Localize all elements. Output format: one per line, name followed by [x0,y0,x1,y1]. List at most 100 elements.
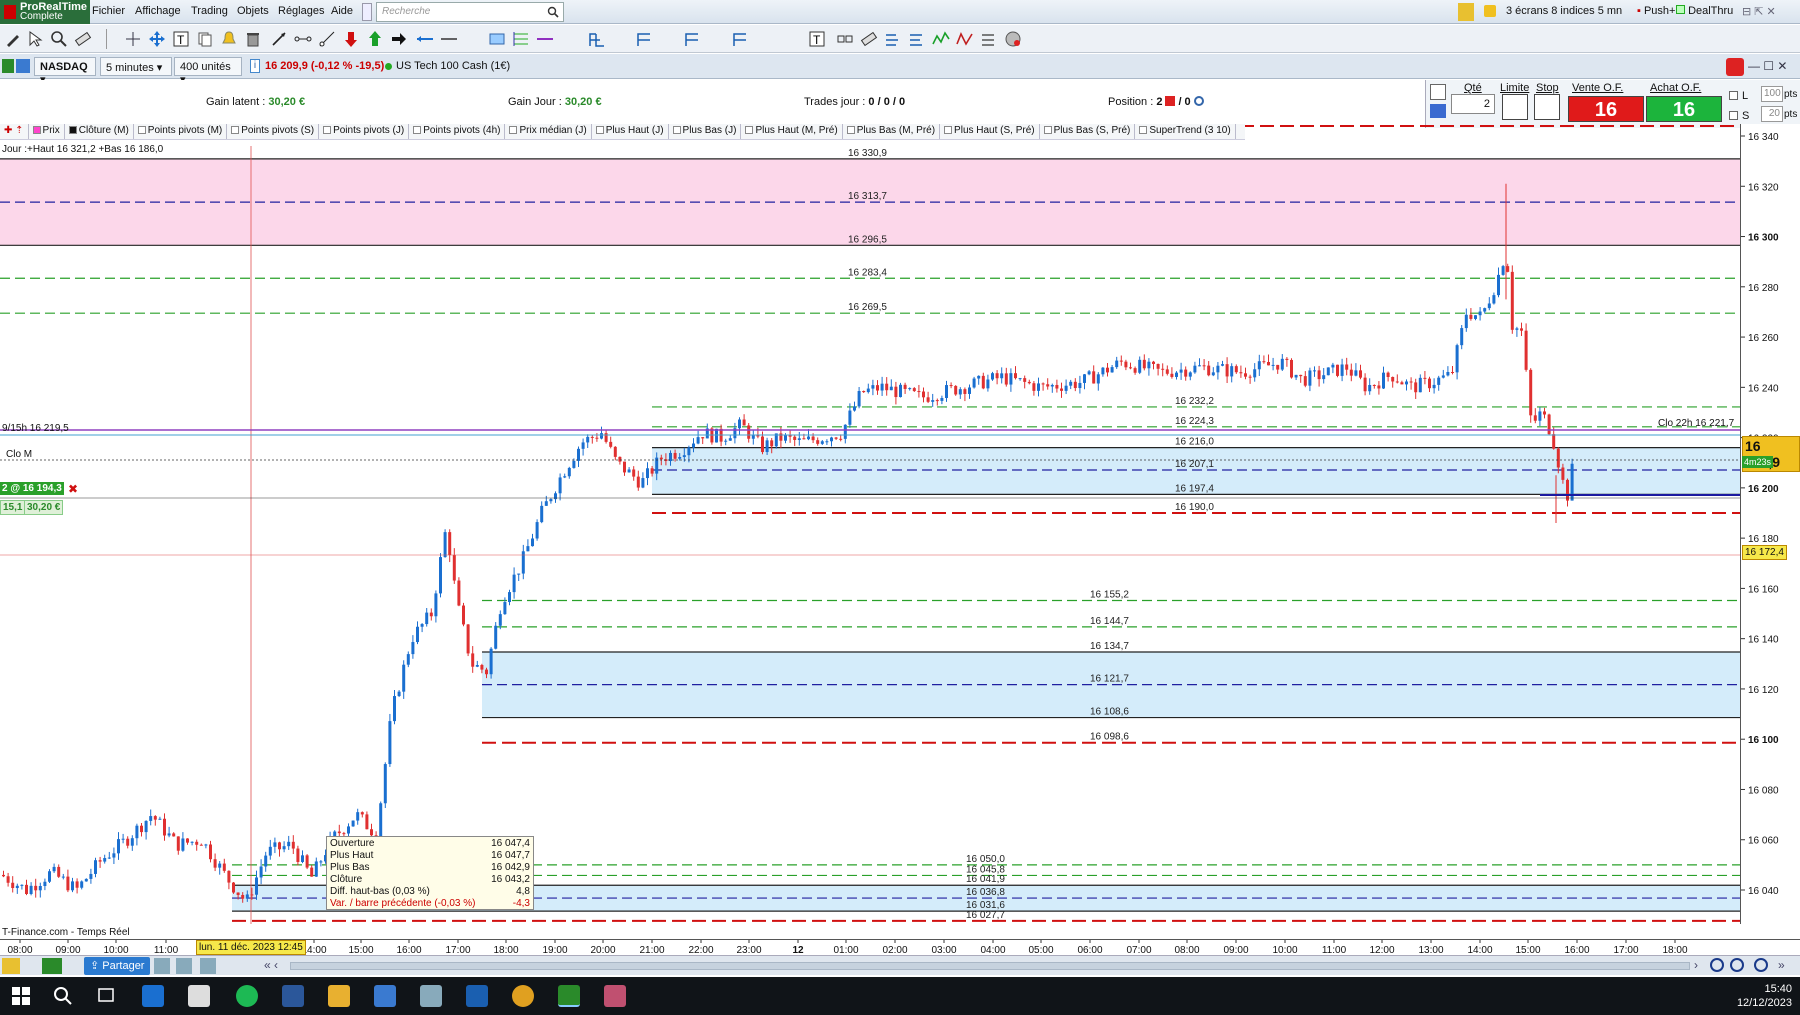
order-tag[interactable]: 2 @ 16 194,3 [0,482,64,495]
channel-tool-icon[interactable] [318,30,336,48]
pattern-d-icon[interactable] [732,30,750,48]
word-app-icon[interactable] [282,985,304,1007]
scroll-right-icon[interactable]: › [1694,958,1698,972]
screenshot-icon[interactable] [154,958,170,974]
s-checkbox[interactable] [1729,111,1738,120]
pattern-b-icon[interactable] [636,30,654,48]
limit-order-icon[interactable] [1502,94,1528,120]
ruler-icon[interactable] [74,30,92,48]
units-dropdown[interactable]: 400 unités ▾ [174,57,242,86]
legend-prix[interactable]: Prix [29,124,65,139]
rectangle-tool-icon[interactable] [488,30,506,48]
sync-icon[interactable] [1726,58,1744,76]
legend-plus-haut-j[interactable]: Plus Haut (J) [592,124,669,139]
arrow-down-red-icon[interactable] [342,30,360,48]
explorer-app-icon[interactable] [188,985,210,1007]
price-axis[interactable]: 16 340 16 320 16 300 16 280 16 260 16 240 16 2… [1740,124,1800,924]
text-box-icon[interactable]: T [808,30,826,48]
legend-prix-median[interactable]: Prix médian (J) [505,124,592,139]
spotify-app-icon[interactable] [236,985,258,1007]
horizontal-scrollbar[interactable] [290,962,1690,970]
price-chart[interactable]: 16 330,9 16 313,7 16 296,5 16 283,4 16 269,5… [0,124,1740,924]
search-input[interactable]: Recherche [376,2,564,22]
arrow-right-icon[interactable] [390,30,408,48]
calculator-app-icon[interactable] [374,985,396,1007]
chain-icon[interactable] [836,30,854,48]
link-green-icon[interactable] [2,59,14,73]
text-tool-icon[interactable]: T [172,30,190,48]
l-input[interactable]: 100 [1761,86,1783,102]
pencil-icon[interactable] [4,30,22,48]
zoom-icon[interactable] [50,30,68,48]
legend-plus-bas-m[interactable]: Plus Bas (M, Pré) [843,124,941,139]
chart-window-controls[interactable]: — ☐ ✕ [1748,59,1787,73]
legend-pp-m[interactable]: Points pivots (M) [134,124,228,139]
folder-app-icon[interactable] [328,985,350,1007]
pencil-tools-icon[interactable] [1458,3,1474,21]
pencil-bottom-icon[interactable] [2,958,20,974]
menu-fichier[interactable]: Fichier [92,5,125,17]
quantity-input[interactable]: 2 [1451,94,1495,114]
close-order-icon[interactable]: ✖ [66,481,80,497]
menu-aide[interactable]: Aide [331,5,353,17]
legend-plus-haut-m[interactable]: Plus Haut (M, Pré) [741,124,843,139]
zigzag-icon[interactable] [956,30,974,48]
search-taskbar-icon[interactable] [52,985,74,1007]
print-icon[interactable] [176,958,192,974]
fibonacci-icon[interactable] [512,30,530,48]
folder-icon[interactable] [1484,5,1496,17]
pattern-a-icon[interactable] [588,30,606,48]
prorealtime-app-icon[interactable] [558,985,580,1007]
misc-app-icon[interactable] [604,985,626,1007]
legend-pp-4h[interactable]: Points pivots (4h) [409,124,506,139]
info-icon[interactable]: i [250,59,260,73]
copy-icon[interactable] [196,30,214,48]
wave-icon[interactable] [932,30,950,48]
legend-nav[interactable]: ✚ ⇡ [0,124,29,139]
taskbar-clock[interactable]: 15:40 12/12/2023 [1737,982,1792,1010]
layout-selector[interactable]: 3 écrans 8 indices 5 mn [1506,5,1622,17]
line-tool-icon[interactable] [270,30,288,48]
link-blue-icon[interactable] [16,59,30,73]
purple-line-icon[interactable] [536,30,554,48]
s-input[interactable]: 20 [1761,106,1783,122]
pattern-c-icon[interactable] [684,30,702,48]
hline-tool-icon[interactable] [440,30,458,48]
legend-cloture[interactable]: Clôture (M) [65,124,134,139]
l-checkbox[interactable] [1729,91,1738,100]
market-dropdown[interactable]: NASDAQ ▾ [34,57,96,86]
scroll-left-icon[interactable]: « ‹ [264,958,278,972]
dealthru-button[interactable]: DealThru [1676,5,1733,17]
move-icon[interactable] [148,30,166,48]
chart-type-icon[interactable] [42,958,62,974]
search-toggle-icon[interactable] [362,3,372,21]
calculator-icon[interactable] [1430,104,1446,118]
push-plus-button[interactable]: ▪ Push+ [1637,5,1675,17]
buy-button[interactable]: 16 210,4 [1646,96,1722,147]
gauge-icon[interactable] [1004,30,1022,48]
sell-button[interactable]: 16 209,4 [1568,96,1644,147]
history-icon[interactable] [200,958,216,974]
zoom-out-icon[interactable] [1730,958,1744,972]
task-view-icon[interactable] [96,985,118,1007]
segment-tool-icon[interactable] [294,30,312,48]
ladder-icon[interactable] [884,30,902,48]
legend-plus-bas-s[interactable]: Plus Bas (S, Pré) [1040,124,1136,139]
ladder-b-icon[interactable] [908,30,926,48]
close-position-icon[interactable] [1165,96,1176,106]
search-icon[interactable] [547,6,559,18]
scroll-end-icon[interactable]: » [1778,958,1785,972]
timeframe-dropdown[interactable]: 5 minutes ▾ [100,57,172,76]
zoom-fit-icon[interactable] [1710,958,1724,972]
windows-start-icon[interactable] [10,985,32,1007]
teamviewer-app-icon[interactable] [466,985,488,1007]
crosshair-icon[interactable] [124,30,142,48]
menu-trading[interactable]: Trading [191,5,228,17]
paint-app-icon[interactable] [420,985,442,1007]
measure-icon[interactable] [860,30,878,48]
alert-bell-icon[interactable] [220,30,238,48]
arrow-up-green-icon[interactable] [366,30,384,48]
wrench-icon[interactable] [1430,84,1446,100]
window-controls[interactable]: ⊟ ⇱ ✕ [1742,5,1776,18]
chrome-app-icon[interactable] [512,985,534,1007]
